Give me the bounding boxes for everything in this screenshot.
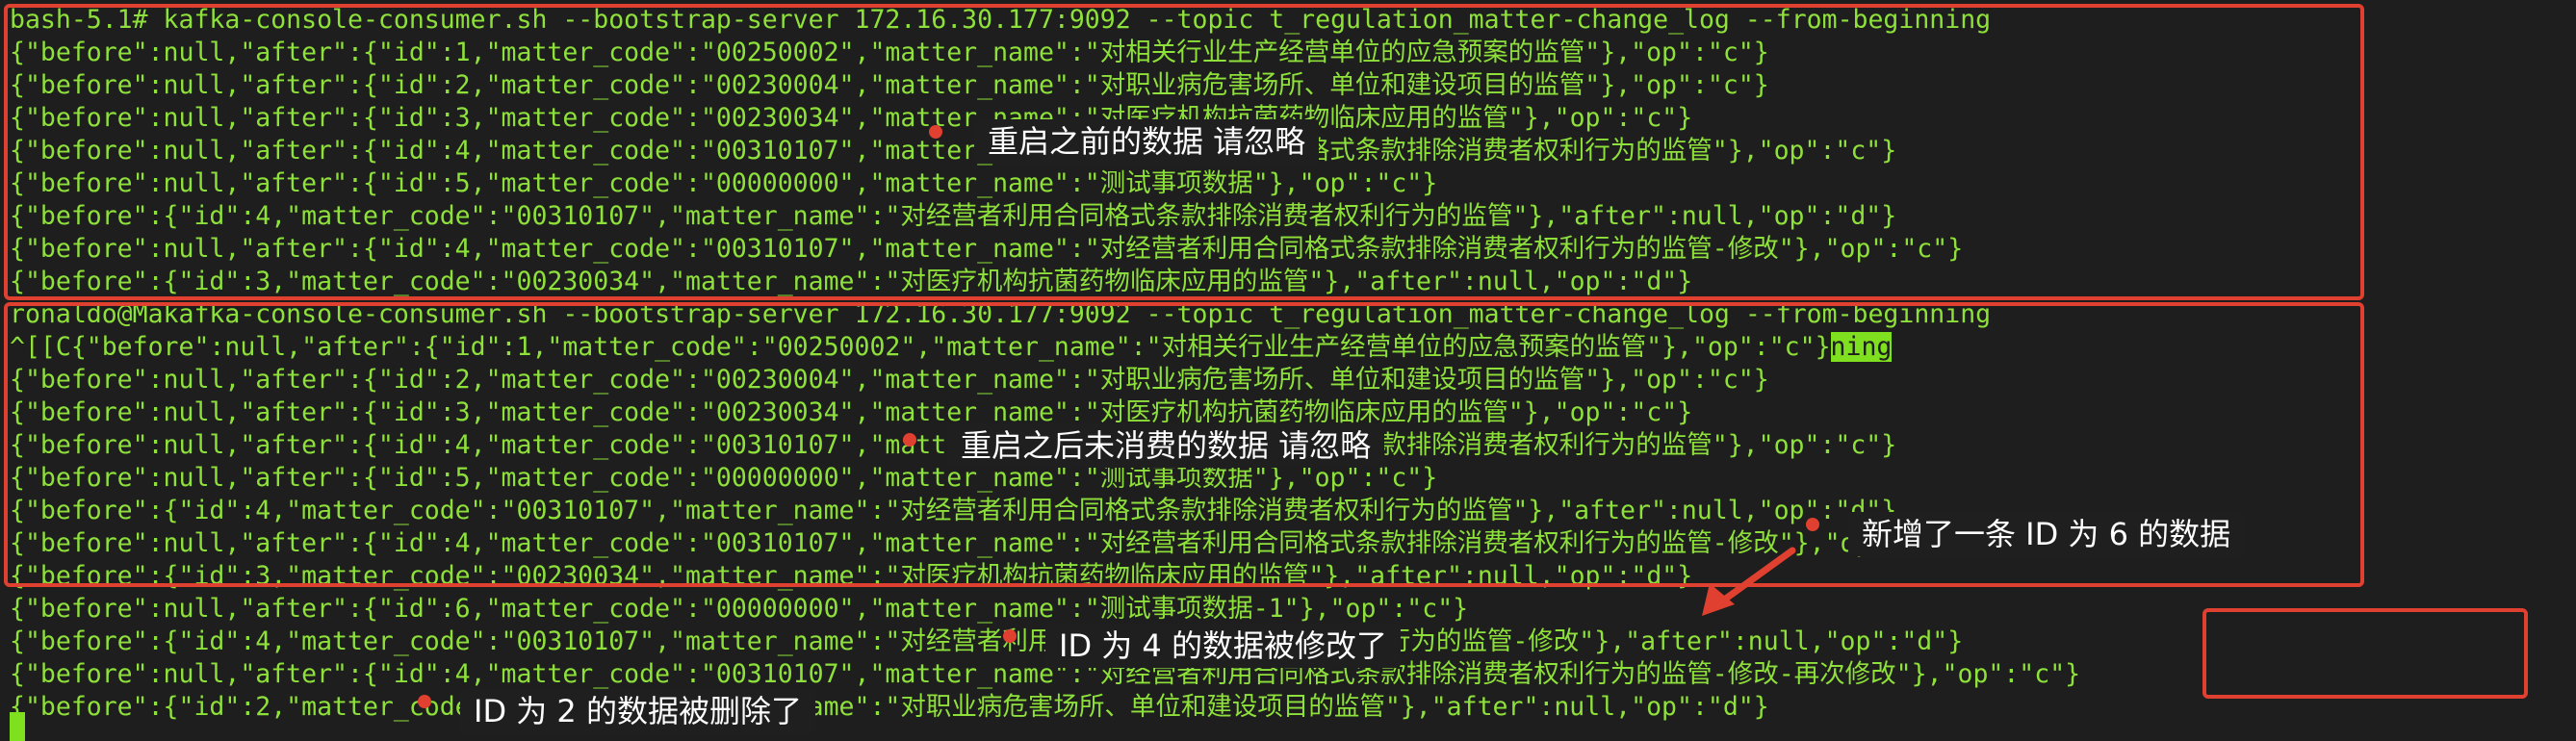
- terminal-window[interactable]: bash-5.1# kafka-console-consumer.sh --bo…: [0, 0, 2576, 741]
- arrow-icon: [1702, 547, 1796, 616]
